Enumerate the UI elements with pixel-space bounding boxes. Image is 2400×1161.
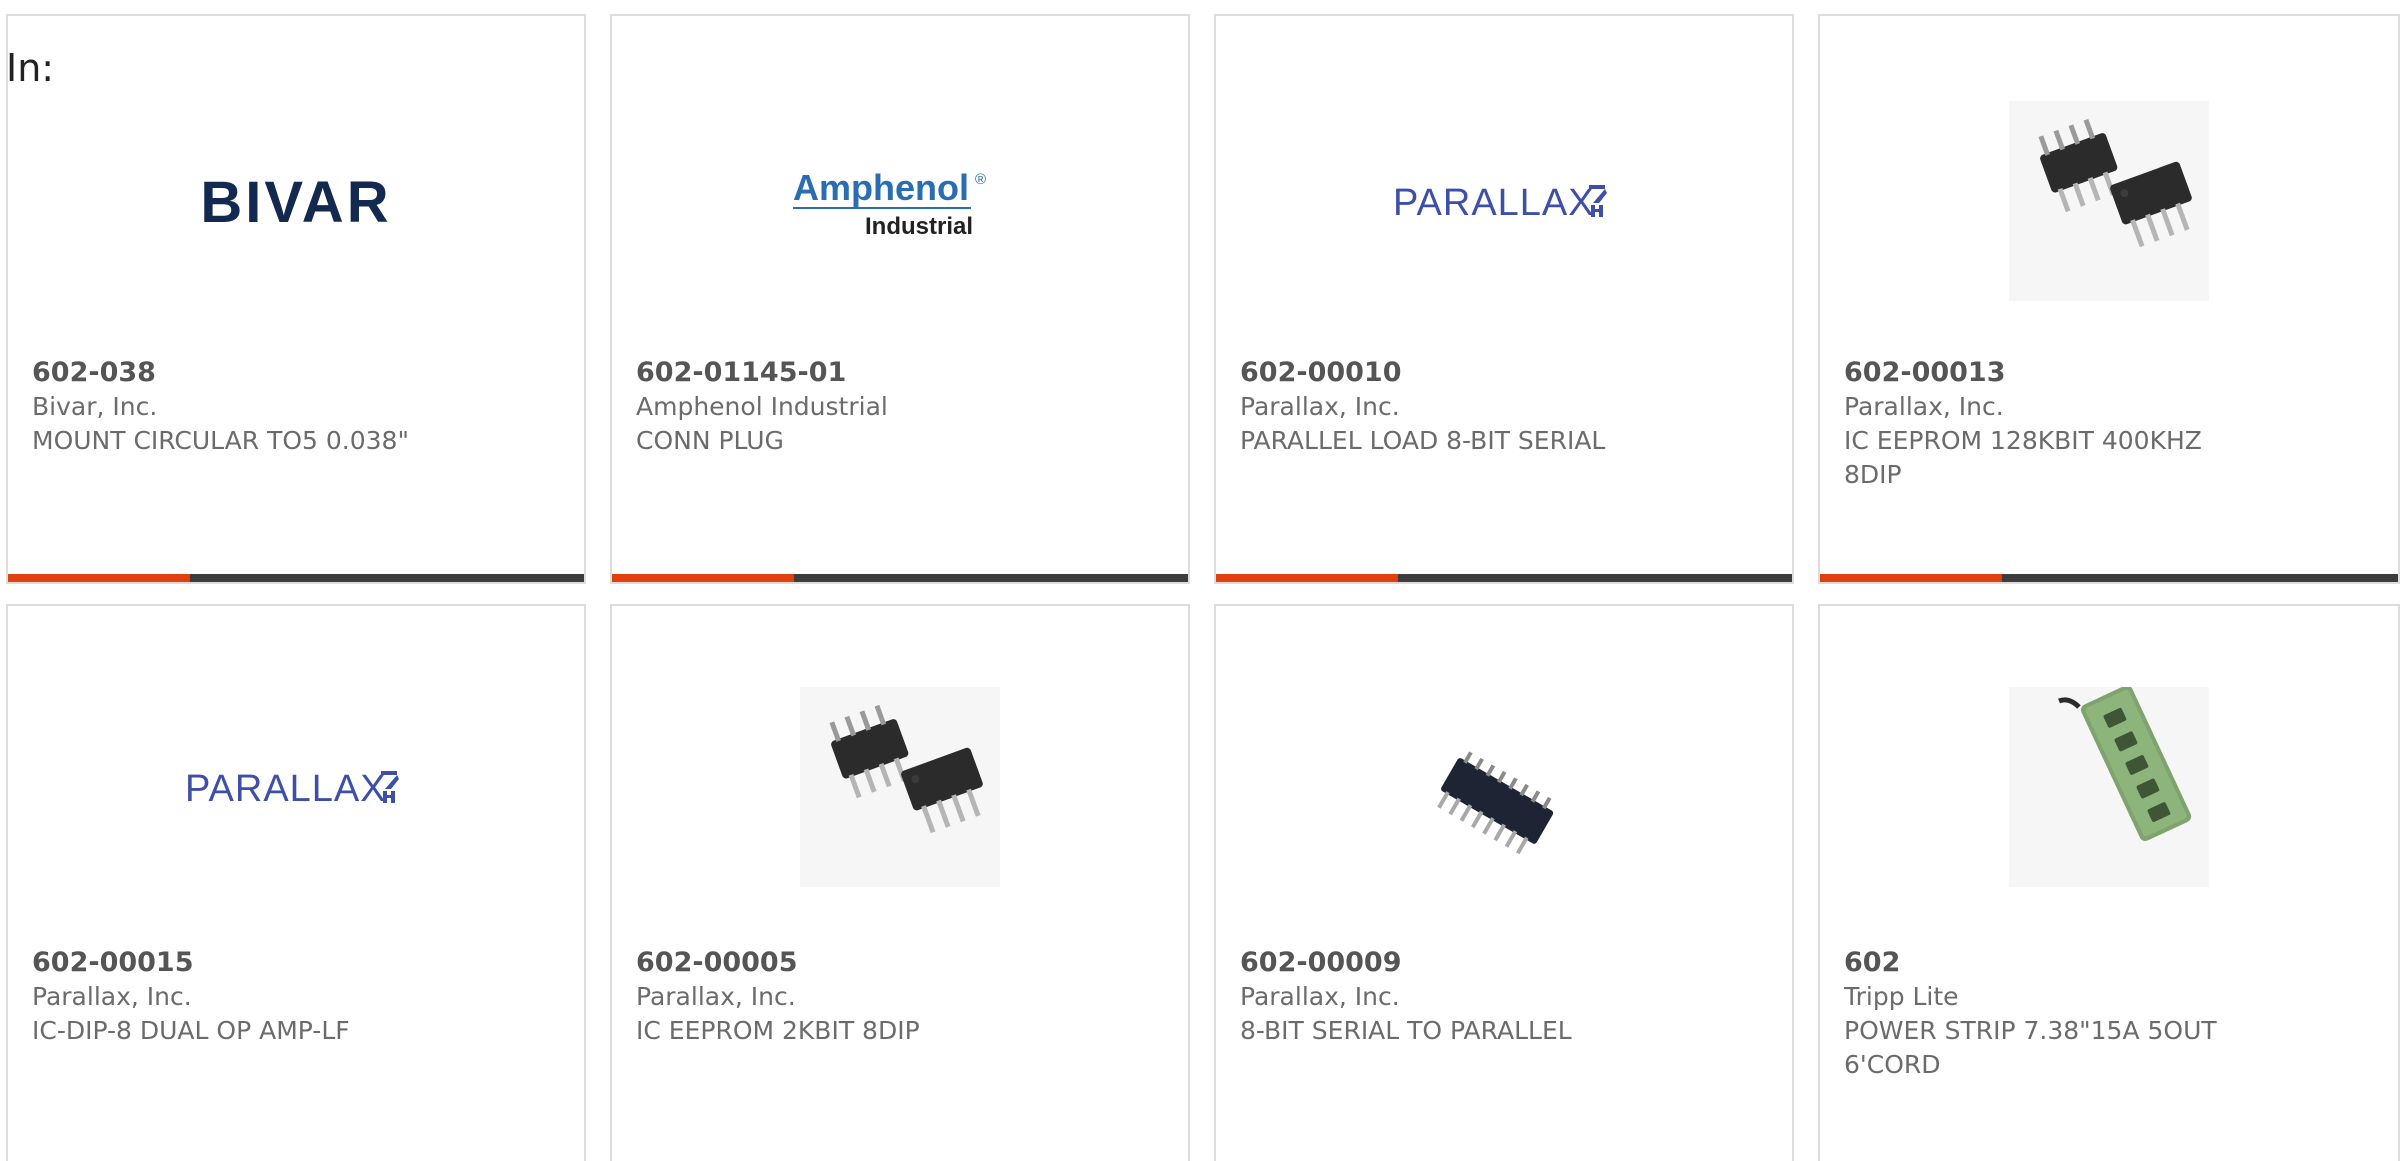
card-bottom-bar — [1820, 574, 2398, 582]
product-image: Amphenol ® Industrial — [612, 86, 1188, 316]
product-info: 602-038 Bivar, Inc. MOUNT CIRCULAR TO5 0… — [32, 356, 560, 458]
product-image — [1820, 672, 2398, 902]
svg-text:BIVAR: BIVAR — [200, 170, 391, 235]
card-bottom-bar — [1216, 574, 1792, 582]
bivar-logo: BIVAR — [200, 170, 391, 235]
product-image: PARALLAX — [8, 672, 584, 902]
product-image: BIVAR — [8, 86, 584, 316]
svg-text:®: ® — [975, 171, 986, 188]
product-info: 602-00010 Parallax, Inc. PARALLEL LOAD 8… — [1240, 356, 1768, 458]
dip16-chip-photo — [1437, 751, 1554, 855]
product-info: 602-00005 Parallax, Inc. IC EEPROM 2KBIT… — [636, 946, 1164, 1048]
product-card[interactable]: PARALLAX 602-00015 Parallax, Inc. IC-DIP… — [6, 604, 586, 1161]
manufacturer-name: Tripp Lite — [1844, 982, 1959, 1011]
manufacturer-name: Parallax, Inc. — [1844, 392, 2004, 421]
card-bar-accent — [612, 574, 794, 582]
product-description: IC EEPROM 2KBIT 8DIP — [636, 1016, 920, 1045]
product-card[interactable]: BIVAR 602-038 Bivar, Inc. MOUNT CIRCULAR… — [6, 14, 586, 584]
filter-label: In: — [6, 46, 55, 90]
part-number[interactable]: 602-00013 — [1844, 356, 2218, 390]
product-description: 8-BIT SERIAL TO PARALLEL — [1240, 1016, 1572, 1045]
card-bar-accent — [1820, 574, 2002, 582]
parallax-logo: PARALLAX — [185, 768, 399, 810]
product-card[interactable]: PARALLAX 602-00010 Parallax, Inc. PARALL… — [1214, 14, 1794, 584]
product-card[interactable]: 602-00013 Parallax, Inc. IC EEPROM 128KB… — [1818, 14, 2400, 584]
card-bar-accent — [1216, 574, 1398, 582]
manufacturer-name: Amphenol Industrial — [636, 392, 888, 421]
manufacturer-name: Parallax, Inc. — [636, 982, 796, 1011]
part-number[interactable]: 602 — [1844, 946, 2238, 980]
card-bar-accent — [8, 574, 190, 582]
product-description: POWER STRIP 7.38"15A 5OUT 6'CORD — [1844, 1016, 2217, 1079]
product-description: IC-DIP-8 DUAL OP AMP-LF — [32, 1016, 350, 1045]
amphenol-logo: Amphenol ® Industrial — [793, 167, 986, 240]
product-info: 602-01145-01 Amphenol Industrial CONN PL… — [636, 356, 1164, 458]
svg-text:PARALLAX: PARALLAX — [1393, 182, 1595, 224]
part-number[interactable]: 602-038 — [32, 356, 560, 390]
product-card[interactable]: 602-00005 Parallax, Inc. IC EEPROM 2KBIT… — [610, 604, 1190, 1161]
dip8-chips-photo — [800, 687, 1000, 887]
product-card[interactable]: 602 Tripp Lite POWER STRIP 7.38"15A 5OUT… — [1818, 604, 2400, 1161]
product-info: 602 Tripp Lite POWER STRIP 7.38"15A 5OUT… — [1844, 946, 2238, 1082]
card-bottom-bar — [612, 574, 1188, 582]
svg-text:Industrial: Industrial — [865, 213, 973, 240]
power-strip-photo — [2009, 687, 2209, 887]
part-number[interactable]: 602-00009 — [1240, 946, 1768, 980]
part-number[interactable]: 602-00010 — [1240, 356, 1768, 390]
manufacturer-name: Parallax, Inc. — [32, 982, 192, 1011]
manufacturer-name: Parallax, Inc. — [1240, 392, 1400, 421]
manufacturer-name: Parallax, Inc. — [1240, 982, 1400, 1011]
product-description: CONN PLUG — [636, 426, 784, 455]
product-description: MOUNT CIRCULAR TO5 0.038" — [32, 426, 409, 455]
product-info: 602-00009 Parallax, Inc. 8-BIT SERIAL TO… — [1240, 946, 1768, 1048]
product-info: 602-00015 Parallax, Inc. IC-DIP-8 DUAL O… — [32, 946, 560, 1048]
manufacturer-name: Bivar, Inc. — [32, 392, 158, 421]
parallax-logo: PARALLAX — [1393, 182, 1607, 224]
product-grid-page: In: BIVAR 602-038 Bivar, Inc. MOUNT CIRC… — [0, 0, 2400, 1161]
product-info: 602-00013 Parallax, Inc. IC EEPROM 128KB… — [1844, 356, 2218, 492]
part-number[interactable]: 602-01145-01 — [636, 356, 1164, 390]
product-description: IC EEPROM 128KBIT 400KHZ 8DIP — [1844, 426, 2202, 489]
svg-text:PARALLAX: PARALLAX — [185, 768, 387, 810]
product-image — [612, 672, 1188, 902]
product-image — [1216, 672, 1792, 902]
product-card[interactable]: Amphenol ® Industrial 602-01145-01 Amphe… — [610, 14, 1190, 584]
svg-text:Amphenol: Amphenol — [793, 167, 969, 208]
product-card[interactable]: 602-00009 Parallax, Inc. 8-BIT SERIAL TO… — [1214, 604, 1794, 1161]
part-number[interactable]: 602-00005 — [636, 946, 1164, 980]
product-description: PARALLEL LOAD 8-BIT SERIAL — [1240, 426, 1606, 455]
product-image — [1820, 86, 2398, 316]
dip8-chips-photo — [2009, 101, 2209, 301]
product-image: PARALLAX — [1216, 86, 1792, 316]
part-number[interactable]: 602-00015 — [32, 946, 560, 980]
card-bottom-bar — [8, 574, 584, 582]
